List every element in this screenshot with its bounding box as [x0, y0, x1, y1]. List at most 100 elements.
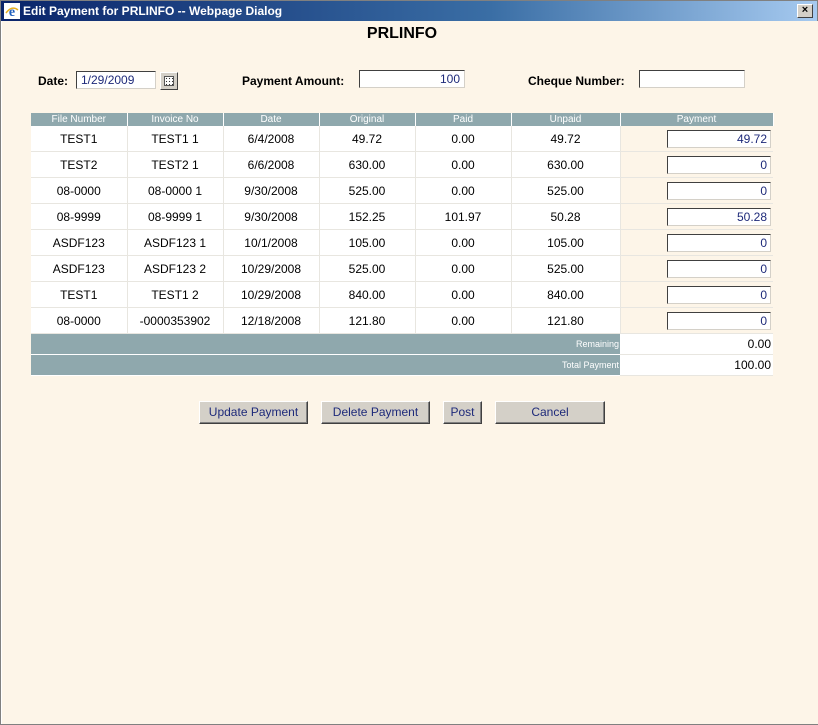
unpaid-cell: 121.80 — [511, 307, 621, 334]
invoice-no-cell: -0000353902 — [127, 307, 224, 334]
paid-cell: 0.00 — [415, 229, 512, 256]
internet-explorer-icon: e — [4, 3, 20, 20]
invoice-no-cell: ASDF123 2 — [127, 255, 224, 282]
cheque-number-label: Cheque Number: — [528, 74, 625, 88]
payment-input[interactable]: 0 — [667, 259, 771, 278]
invoice-table: File Number Invoice No Date Original Pai… — [31, 113, 774, 376]
unpaid-cell: 49.72 — [511, 126, 621, 152]
payment-input[interactable]: 49.72 — [667, 129, 771, 148]
col-header-invoice-no: Invoice No — [127, 113, 224, 126]
unpaid-cell: 525.00 — [511, 255, 621, 282]
col-header-original: Original — [319, 113, 416, 126]
payment-input[interactable]: 0 — [667, 311, 771, 330]
payment-amount-input[interactable]: 100 — [359, 70, 465, 88]
table-row: TEST1 TEST1 1 6/4/2008 49.72 0.00 49.72 … — [31, 126, 773, 152]
paid-cell: 0.00 — [415, 126, 512, 152]
paid-cell: 0.00 — [415, 177, 512, 204]
window-title: Edit Payment for PRLINFO -- Webpage Dial… — [23, 4, 283, 18]
date-cell: 9/30/2008 — [223, 203, 320, 230]
col-header-unpaid: Unpaid — [511, 113, 621, 126]
payment-input[interactable]: 0 — [667, 233, 771, 252]
payment-cell: 0 — [620, 229, 773, 256]
col-header-date: Date — [223, 113, 320, 126]
unpaid-cell: 105.00 — [511, 229, 621, 256]
cancel-button[interactable]: Cancel — [495, 401, 605, 424]
original-cell: 49.72 — [319, 126, 416, 152]
file-number-cell: TEST1 — [31, 126, 128, 152]
table-row: TEST2 TEST2 1 6/6/2008 630.00 0.00 630.0… — [31, 151, 773, 178]
table-row: ASDF123 ASDF123 1 10/1/2008 105.00 0.00 … — [31, 229, 773, 256]
table-row: 08-0000 -0000353902 12/18/2008 121.80 0.… — [31, 307, 773, 334]
invoice-no-cell: TEST1 1 — [127, 126, 224, 152]
table-row: TEST1 TEST1 2 10/29/2008 840.00 0.00 840… — [31, 281, 773, 308]
remaining-row: Remaining 0.00 — [31, 333, 773, 355]
calendar-button[interactable] — [160, 72, 178, 90]
title-bar: e Edit Payment for PRLINFO -- Webpage Di… — [1, 1, 817, 21]
table-row: 08-9999 08-9999 1 9/30/2008 152.25 101.9… — [31, 203, 773, 230]
file-number-cell: 08-0000 — [31, 177, 128, 204]
table-row: 08-0000 08-0000 1 9/30/2008 525.00 0.00 … — [31, 177, 773, 204]
invoice-no-cell: ASDF123 1 — [127, 229, 224, 256]
invoice-no-cell: 08-0000 1 — [127, 177, 224, 204]
table-header-row: File Number Invoice No Date Original Pai… — [31, 113, 774, 126]
original-cell: 152.25 — [319, 203, 416, 230]
original-cell: 121.80 — [319, 307, 416, 334]
payment-cell: 0 — [620, 177, 773, 204]
original-cell: 840.00 — [319, 281, 416, 308]
cheque-number-input[interactable] — [639, 70, 745, 88]
payment-input[interactable]: 0 — [667, 155, 771, 174]
remaining-value: 0.00 — [620, 333, 773, 355]
date-cell: 6/4/2008 — [223, 126, 320, 152]
file-number-cell: 08-0000 — [31, 307, 128, 334]
original-cell: 525.00 — [319, 177, 416, 204]
dialog-content: PRLINFO Date: 1/29/2009 Payment Amount: … — [1, 21, 818, 724]
original-cell: 630.00 — [319, 151, 416, 178]
file-number-cell: ASDF123 — [31, 229, 128, 256]
payment-cell: 49.72 — [620, 126, 773, 152]
col-header-paid: Paid — [415, 113, 512, 126]
date-cell: 10/29/2008 — [223, 281, 320, 308]
col-header-payment: Payment — [620, 113, 774, 126]
table-row: ASDF123 ASDF123 2 10/29/2008 525.00 0.00… — [31, 255, 773, 282]
svg-text:e: e — [9, 5, 15, 19]
date-input[interactable]: 1/29/2009 — [76, 71, 156, 89]
paid-cell: 0.00 — [415, 255, 512, 282]
payment-cell: 0 — [620, 281, 773, 308]
file-number-cell: ASDF123 — [31, 255, 128, 282]
payment-cell: 50.28 — [620, 203, 773, 230]
file-number-cell: 08-9999 — [31, 203, 128, 230]
payment-cell: 0 — [620, 307, 773, 334]
delete-payment-button[interactable]: Delete Payment — [321, 401, 430, 424]
invoice-no-cell: TEST2 1 — [127, 151, 224, 178]
payment-cell: 0 — [620, 151, 773, 178]
close-button[interactable]: × — [797, 4, 813, 18]
date-cell: 12/18/2008 — [223, 307, 320, 334]
original-cell: 525.00 — [319, 255, 416, 282]
dialog-window: e Edit Payment for PRLINFO -- Webpage Di… — [0, 0, 818, 725]
date-label: Date: — [38, 74, 69, 88]
paid-cell: 0.00 — [415, 281, 512, 308]
payment-input[interactable]: 0 — [667, 181, 771, 200]
unpaid-cell: 525.00 — [511, 177, 621, 204]
update-payment-button[interactable]: Update Payment — [199, 401, 308, 424]
invoice-no-cell: TEST1 2 — [127, 281, 224, 308]
date-cell: 9/30/2008 — [223, 177, 320, 204]
unpaid-cell: 50.28 — [511, 203, 621, 230]
total-payment-label: Total Payment — [31, 354, 620, 376]
col-header-file-number: File Number — [31, 113, 128, 126]
original-cell: 105.00 — [319, 229, 416, 256]
remaining-label: Remaining — [31, 333, 620, 355]
total-payment-value: 100.00 — [620, 354, 773, 376]
total-payment-row: Total Payment 100.00 — [31, 354, 773, 376]
unpaid-cell: 840.00 — [511, 281, 621, 308]
file-number-cell: TEST2 — [31, 151, 128, 178]
payment-amount-label: Payment Amount: — [242, 74, 345, 88]
file-number-cell: TEST1 — [31, 281, 128, 308]
post-button[interactable]: Post — [443, 401, 482, 424]
payment-input[interactable]: 0 — [667, 285, 771, 304]
paid-cell: 101.97 — [415, 203, 512, 230]
page-title: PRLINFO — [366, 25, 438, 42]
paid-cell: 0.00 — [415, 151, 512, 178]
payment-input[interactable]: 50.28 — [667, 207, 771, 226]
date-cell: 6/6/2008 — [223, 151, 320, 178]
